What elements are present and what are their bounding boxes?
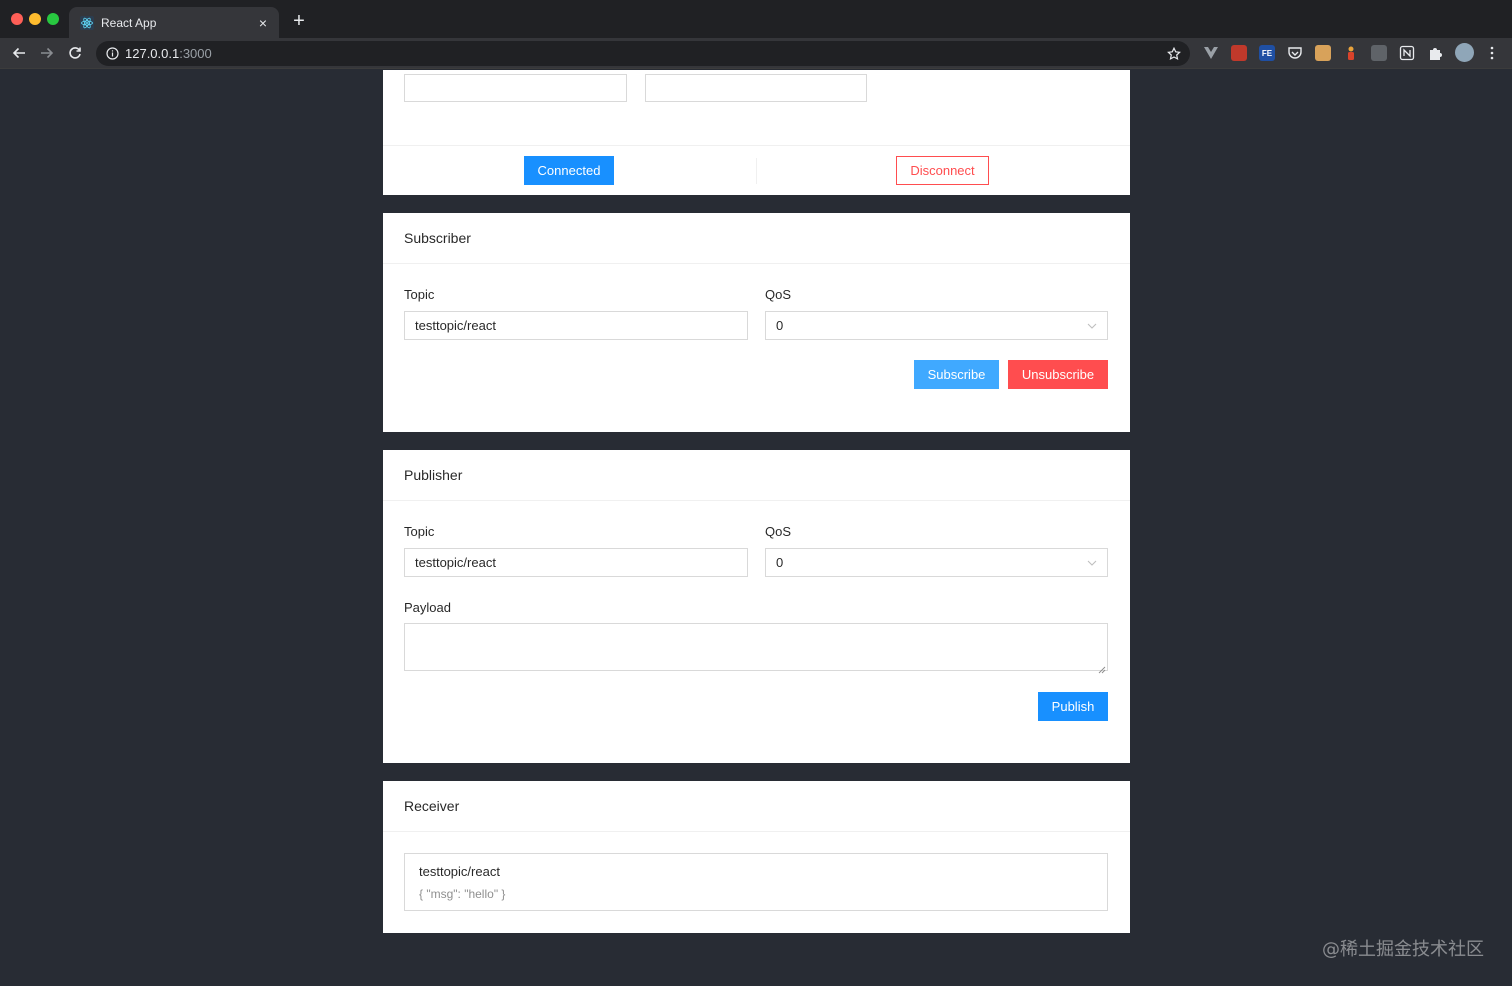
window-close-button[interactable] [11,13,23,25]
extension-gray-icon[interactable] [1371,45,1387,61]
publisher-card: Publisher Topic testtopic/react QoS 0 Pa… [383,450,1130,763]
connection-field-right[interactable] [645,74,867,102]
connection-card: Connected Disconnect [383,70,1130,195]
tab-title: React App [101,15,157,30]
list-item: testtopic/react { "msg": "hello" } [404,853,1108,911]
extension-figure-icon[interactable] [1343,45,1359,61]
publisher-qos-label: QoS [765,524,792,539]
browser-menu-icon[interactable] [1484,45,1500,61]
browser-titlebar: React App × + [0,0,1512,38]
chevron-down-icon [1087,321,1097,331]
url-host: 127.0.0.1 [125,46,180,61]
payload-label: Payload [404,600,451,615]
profile-avatar[interactable] [1455,43,1474,62]
subscriber-qos-value: 0 [776,318,784,333]
subscriber-qos-select[interactable]: 0 [765,311,1108,340]
back-arrow-icon[interactable] [9,43,29,63]
fe-extension-icon[interactable]: FE [1259,45,1275,61]
reload-icon[interactable] [65,43,85,63]
connection-field-left[interactable] [404,74,627,102]
actions-separator [756,158,757,184]
receiver-card: Receiver testtopic/react { "msg": "hello… [383,781,1130,933]
receiver-title: Receiver [383,781,1130,832]
publisher-title: Publisher [383,450,1130,501]
pocket-extension-icon[interactable] [1287,45,1303,61]
vue-devtools-extension-icon[interactable] [1203,45,1219,61]
subscriber-title: Subscriber [383,213,1130,264]
publisher-qos-select[interactable]: 0 [765,548,1108,577]
address-bar[interactable]: 127.0.0.1:3000 [96,41,1190,66]
publisher-topic-label: Topic [404,524,435,539]
site-info-icon[interactable] [105,47,119,61]
url-text: 127.0.0.1:3000 [125,46,212,61]
card-actions-divider [383,145,1130,146]
subscriber-topic-label: Topic [404,287,435,302]
extensions-puzzle-icon[interactable] [1427,45,1443,61]
publisher-topic-input[interactable]: testtopic/react [404,548,748,577]
subscriber-qos-label: QoS [765,287,792,302]
react-logo-icon [80,15,94,30]
window-maximize-button[interactable] [47,13,59,25]
subscribe-button[interactable]: Subscribe [914,360,999,389]
forward-arrow-icon[interactable] [37,43,57,63]
chevron-down-icon [1087,558,1097,568]
subscriber-topic-input[interactable]: testtopic/react [404,311,748,340]
message-payload: { "msg": "hello" } [419,887,506,901]
extension-orange-icon[interactable] [1315,45,1331,61]
new-tab-button[interactable]: + [289,10,309,32]
watermark: @稀土掘金技术社区 [1322,939,1484,960]
resize-grip-icon[interactable] [1098,661,1106,674]
window-minimize-button[interactable] [29,13,41,25]
notion-extension-icon[interactable] [1399,45,1415,61]
extension-red-icon[interactable] [1231,45,1247,61]
browser-tab[interactable]: React App × [69,7,279,38]
message-topic: testtopic/react [419,864,500,879]
url-port: :3000 [179,46,212,61]
tab-close-icon[interactable]: × [255,15,271,31]
bookmark-star-icon[interactable] [1166,46,1182,62]
browser-toolbar: 127.0.0.1:3000 FE [0,38,1512,69]
disconnect-button[interactable]: Disconnect [896,156,989,185]
publisher-qos-value: 0 [776,555,784,570]
unsubscribe-button[interactable]: Unsubscribe [1008,360,1108,389]
connected-button[interactable]: Connected [524,156,614,185]
payload-textarea[interactable] [404,623,1108,674]
subscriber-card: Subscriber Topic testtopic/react QoS 0 S… [383,213,1130,432]
publish-button[interactable]: Publish [1038,692,1108,721]
